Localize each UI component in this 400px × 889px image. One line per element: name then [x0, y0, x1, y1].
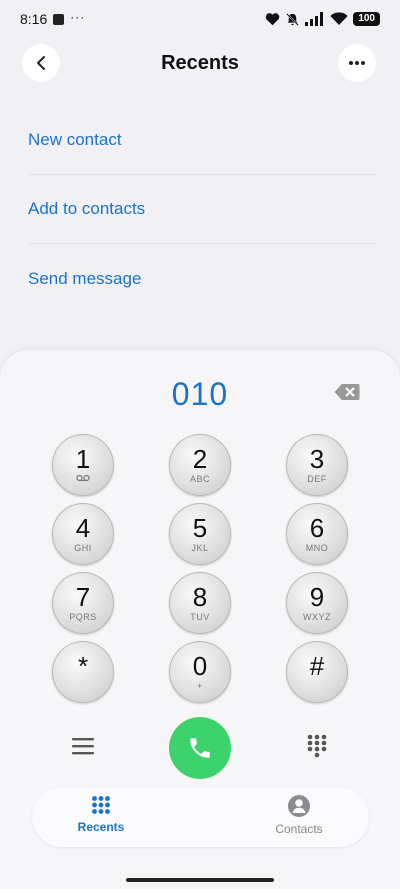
tab-contacts-label: Contacts: [275, 822, 323, 836]
backspace-icon: [334, 384, 360, 400]
key-4[interactable]: 4 GHI: [52, 503, 114, 565]
key-letters: +: [197, 681, 203, 691]
key-digit: 4: [75, 513, 91, 543]
phone-icon: [190, 738, 210, 758]
key-letters: ABC: [189, 474, 210, 484]
key-letters: DEF: [307, 474, 327, 484]
notification-app-icon: [53, 13, 65, 25]
call-button[interactable]: [169, 717, 231, 779]
key-digit: 5: [192, 513, 208, 543]
key-digit: 7: [75, 582, 91, 612]
key-digit: 6: [309, 513, 325, 543]
key-5[interactable]: 5 JKL: [169, 503, 231, 565]
more-icon: [349, 61, 365, 65]
send-message-link[interactable]: Send message: [28, 244, 376, 313]
bottom-nav: Recents Contacts: [32, 787, 369, 847]
key-letters: PQRS: [69, 612, 97, 622]
key-star[interactable]: *: [52, 641, 114, 703]
tab-contacts[interactable]: Contacts: [239, 795, 359, 836]
key-digit: #: [309, 651, 325, 681]
header: Recents: [0, 44, 400, 84]
status-left: 8:16 ···: [20, 10, 86, 27]
key-1[interactable]: 1: [52, 434, 114, 496]
key-9[interactable]: 9 WXYZ: [286, 572, 348, 634]
status-time: 8:16: [20, 11, 48, 27]
tab-recents[interactable]: Recents: [41, 795, 161, 834]
key-6[interactable]: 6 MNO: [286, 503, 348, 565]
key-letters: WXYZ: [303, 612, 331, 622]
wifi-icon: [330, 12, 348, 26]
home-indicator[interactable]: [126, 878, 274, 882]
contact-person-icon: [288, 795, 310, 817]
menu-icon: [72, 738, 94, 755]
dialer-sheet: 010 1 2 ABC 3 DEF 4 GHI 5 JKL 6 MNO 7 PQ…: [0, 350, 400, 889]
key-letters: MNO: [305, 543, 329, 553]
key-digit: 1: [75, 444, 91, 474]
key-digit: 0: [192, 651, 208, 681]
actions-list: New contact Add to contacts Send message: [28, 106, 376, 313]
key-letters: TUV: [190, 612, 210, 622]
key-digit: 9: [309, 582, 325, 612]
key-3[interactable]: 3 DEF: [286, 434, 348, 496]
battery-icon: 100: [353, 12, 380, 26]
key-digit: 8: [192, 582, 208, 612]
key-letters: GHI: [74, 543, 92, 553]
tab-recents-label: Recents: [77, 820, 125, 834]
key-letters: JKL: [191, 543, 209, 553]
new-contact-link[interactable]: New contact: [28, 106, 376, 175]
key-7[interactable]: 7 PQRS: [52, 572, 114, 634]
mute-bell-icon: [285, 12, 300, 27]
more-notifications-icon: ···: [70, 10, 86, 24]
keypad-toggle-button[interactable]: [304, 733, 330, 759]
status-right: 100: [265, 12, 380, 27]
backspace-button[interactable]: [334, 383, 360, 401]
key-2[interactable]: 2 ABC: [169, 434, 231, 496]
recents-grid-icon: [92, 796, 110, 814]
key-0[interactable]: 0 +: [169, 641, 231, 703]
key-digit: 2: [192, 444, 208, 474]
status-bar: 8:16 ··· 100: [0, 0, 400, 38]
add-to-contacts-link[interactable]: Add to contacts: [28, 175, 376, 244]
signal-icon: [305, 12, 325, 26]
menu-button[interactable]: [70, 734, 96, 758]
key-digit: 3: [309, 444, 325, 474]
voicemail-icon: [76, 474, 90, 484]
more-options-button[interactable]: [338, 44, 376, 82]
key-hash[interactable]: #: [286, 641, 348, 703]
key-8[interactable]: 8 TUV: [169, 572, 231, 634]
dialpad-icon: [307, 734, 327, 758]
heart-icon: [265, 12, 280, 26]
key-digit: *: [77, 651, 89, 681]
